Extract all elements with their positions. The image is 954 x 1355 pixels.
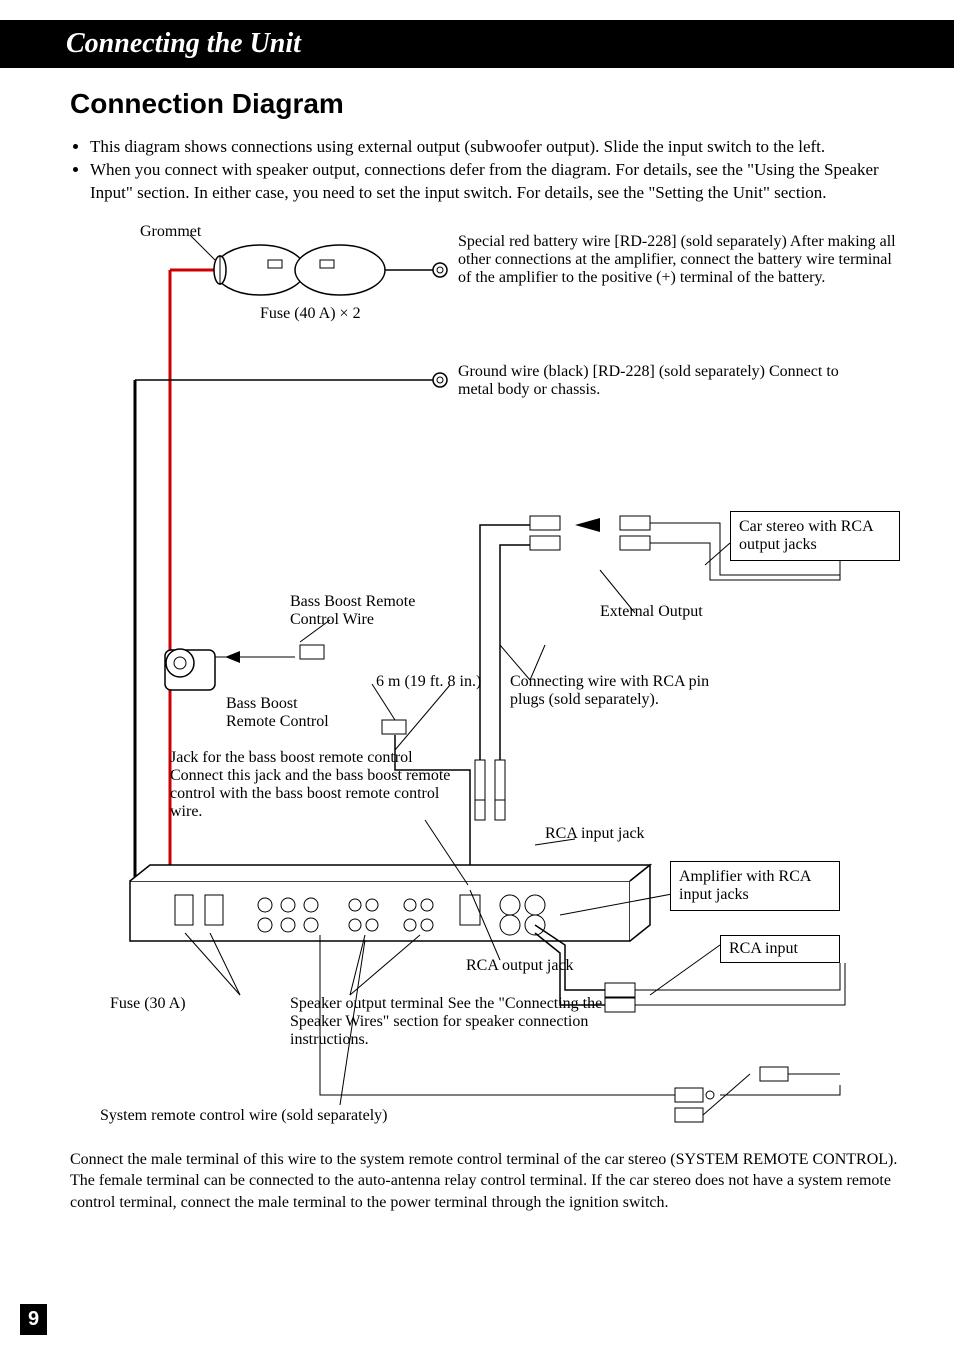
section-title-bar: Connecting the Unit — [0, 20, 954, 68]
bullet-2: When you connect with speaker output, co… — [90, 159, 914, 205]
fuse-top-label: Fuse (40 A) × 2 — [260, 305, 361, 323]
rca-input-box: RCA input — [720, 935, 840, 963]
battery-wire-text: Special red battery wire [RD-228] (sold … — [458, 233, 898, 287]
section-title: Connecting the Unit — [16, 28, 301, 59]
wire-length: 6 m (19 ft. 8 in.) — [376, 673, 486, 691]
bass-boost-remote-label: Bass Boost Remote Control — [226, 695, 346, 731]
speaker-output-text: Speaker output terminal See the "Connect… — [290, 995, 610, 1049]
system-remote-body: Connect the male terminal of this wire t… — [70, 1149, 914, 1214]
jack-text: Jack for the bass boost remote control C… — [170, 749, 460, 821]
fuse-side-label: Fuse (30 A) — [110, 995, 186, 1013]
bass-boost-wire-label: Bass Boost Remote Control Wire — [290, 593, 450, 629]
rca-input-jack-label: RCA input jack — [545, 825, 645, 843]
bullet-1: This diagram shows connections using ext… — [90, 136, 914, 159]
system-remote-title: System remote control wire (sold separat… — [100, 1107, 920, 1125]
page-number: 9 — [20, 1304, 47, 1335]
car-stereo-box: Car stereo with RCA output jacks — [730, 511, 900, 561]
intro-bullets: This diagram shows connections using ext… — [70, 136, 914, 205]
rca-output-jack-label: RCA output jack — [466, 957, 574, 975]
connection-diagram: Grommet Fuse (40 A) × 2 Special red batt… — [70, 225, 914, 1145]
ground-wire-text: Ground wire (black) [RD-228] (sold separ… — [458, 363, 878, 399]
rca-wire-text: Connecting wire with RCA pin plugs (sold… — [510, 673, 730, 709]
sub-heading: Connection Diagram — [70, 88, 914, 120]
grommet-label: Grommet — [140, 223, 201, 241]
amp-rca-box: Amplifier with RCA input jacks — [670, 861, 840, 911]
external-output-label: External Output — [600, 603, 703, 621]
